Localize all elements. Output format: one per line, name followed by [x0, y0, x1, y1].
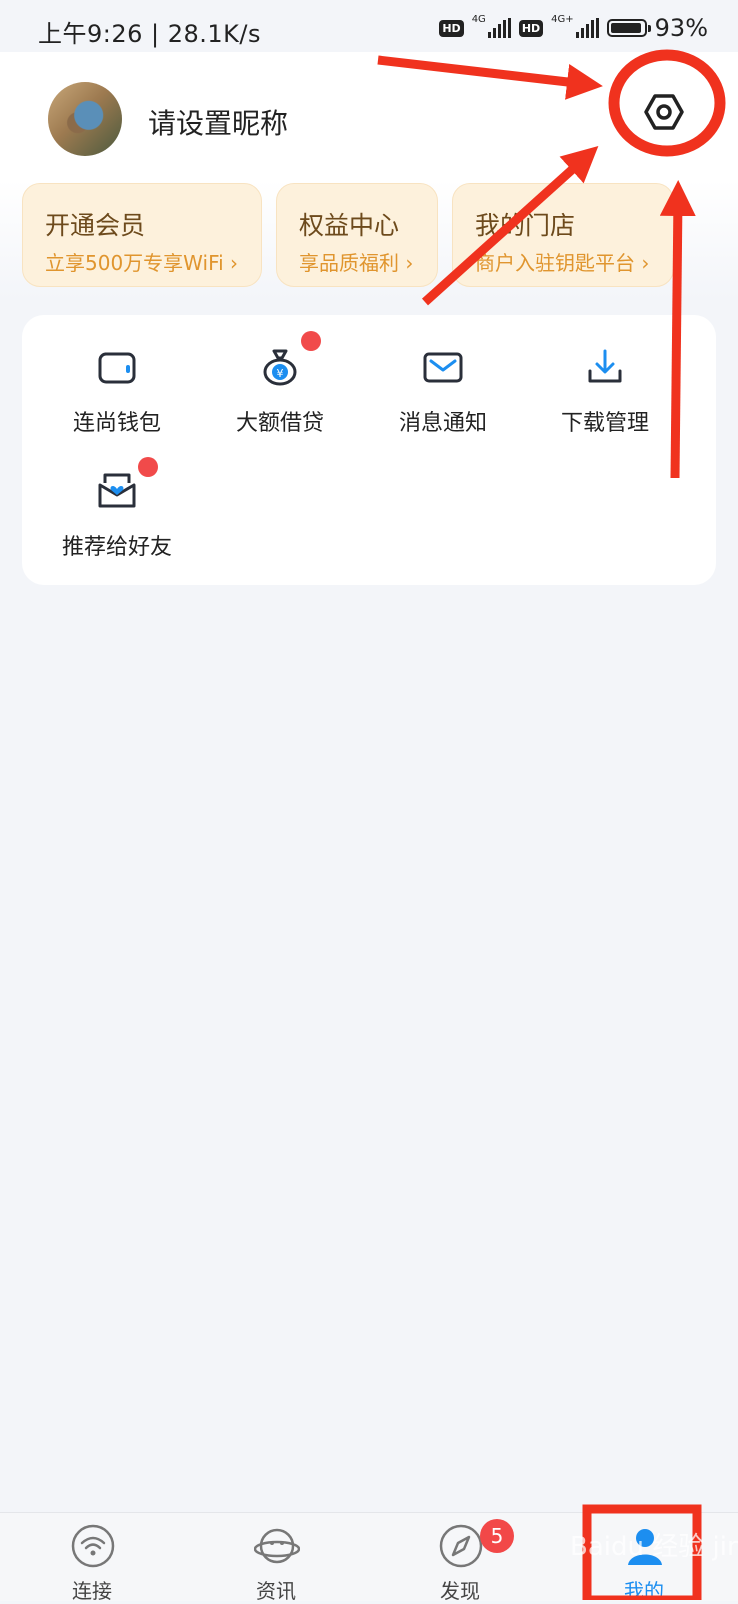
- hd-badge-2: HD: [518, 19, 544, 37]
- battery-icon: [606, 19, 651, 37]
- money-bag-icon: ¥: [263, 349, 297, 386]
- card-my-store[interactable]: 我的门店 商户入驻钥匙平台 ›: [452, 183, 674, 287]
- status-time-speed: 上午9:26 | 28.1K/s: [38, 20, 262, 48]
- card-subtitle: 享品质福利 ›: [299, 251, 414, 275]
- battery-percent: 93%: [654, 14, 708, 42]
- download-icon: [588, 349, 622, 383]
- planet-face-icon: [254, 1528, 300, 1564]
- fn-downloads[interactable]: 下载管理: [522, 325, 688, 443]
- network-type-2: 4G+: [551, 14, 574, 25]
- promo-cards: 开通会员 立享500万专享WiFi › 权益中心 享品质福利 › 我的门店 商户…: [0, 180, 738, 300]
- profile-header: 请设置昵称: [0, 52, 738, 182]
- card-title: 开通会员: [45, 211, 146, 240]
- avatar[interactable]: [48, 82, 122, 156]
- chevron-right-icon: ›: [641, 251, 650, 275]
- nav-news[interactable]: 资讯: [184, 1513, 368, 1603]
- nav-discover[interactable]: 5 发现: [368, 1513, 552, 1603]
- card-benefits[interactable]: 权益中心 享品质福利 ›: [276, 183, 438, 287]
- settings-button[interactable]: [624, 72, 704, 152]
- wallet-icon: [98, 352, 136, 384]
- card-title: 我的门店: [475, 211, 576, 240]
- hexagon-settings-icon: [644, 94, 684, 130]
- fn-label: 下载管理: [560, 411, 649, 436]
- function-panel: 连尚钱包 ¥ 大额借贷 消息通知 下载管理 推荐给好友: [22, 315, 716, 585]
- card-vip[interactable]: 开通会员 立享500万专享WiFi ›: [22, 183, 262, 287]
- fn-label: 消息通知: [398, 411, 487, 436]
- recommend-heart-icon: [98, 473, 136, 508]
- chevron-right-icon: ›: [230, 251, 239, 275]
- card-subtitle: 立享500万专享WiFi ›: [45, 251, 239, 275]
- red-dot-badge: [301, 331, 321, 351]
- network-type: 4G: [471, 14, 486, 25]
- signal-icon-2: [575, 18, 599, 38]
- fn-label: 连尚钱包: [72, 411, 161, 436]
- fn-loan[interactable]: ¥ 大额借贷: [197, 325, 363, 443]
- fn-label: 推荐给好友: [61, 535, 172, 560]
- fn-messages[interactable]: 消息通知: [360, 325, 526, 443]
- battery-fill: [610, 23, 641, 33]
- mail-icon: [423, 352, 463, 383]
- hd-badge: HD: [439, 19, 464, 37]
- nav-connect[interactable]: 连接: [0, 1513, 184, 1603]
- card-title: 权益中心: [299, 211, 400, 240]
- status-bar: 上午9:26 | 28.1K/s HD 4G HD 4G+ 93%: [0, 0, 738, 52]
- badge-count: 5: [480, 1519, 514, 1553]
- status-right-group: HD 4G HD 4G+ 93%: [439, 14, 708, 42]
- wifi-icon: [71, 1524, 115, 1568]
- user-icon: [628, 1529, 662, 1565]
- compass-icon: [439, 1524, 483, 1568]
- svg-text:¥: ¥: [277, 367, 284, 380]
- fn-wallet[interactable]: 连尚钱包: [34, 325, 200, 443]
- red-dot-badge: [138, 457, 158, 477]
- nickname-label[interactable]: 请设置昵称: [148, 102, 288, 142]
- chevron-right-icon: ›: [405, 251, 414, 275]
- fn-recommend[interactable]: 推荐给好友: [34, 449, 200, 567]
- fn-label: 大额借贷: [235, 411, 324, 436]
- nav-mine[interactable]: 我的: [552, 1513, 736, 1603]
- card-subtitle: 商户入驻钥匙平台 ›: [475, 251, 650, 275]
- bottom-nav: 连接 资讯 5 发现 我的: [0, 1512, 738, 1603]
- signal-icon: [487, 18, 511, 38]
